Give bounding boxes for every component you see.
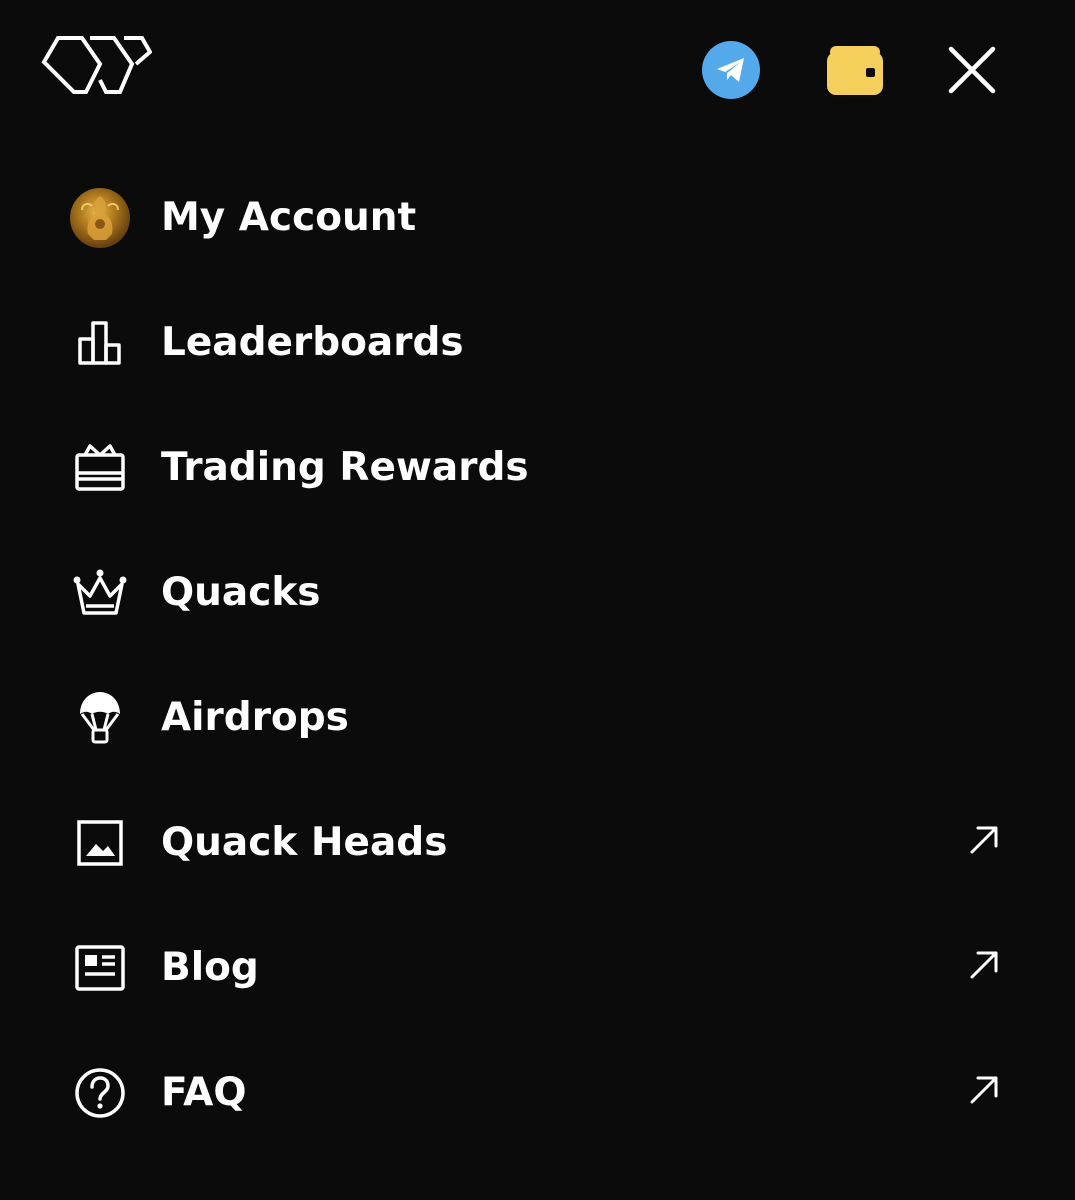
menu-item-quacks[interactable]: Quacks [0,530,1075,655]
menu-item-label: Leaderboards [161,320,464,365]
telegram-icon [717,58,744,82]
nav-menu: My Account Leaderboards Trading Rewards … [0,155,1075,1155]
menu-item-label: Blog [161,945,259,990]
telegram-button[interactable] [702,41,760,99]
wp-logo[interactable] [40,34,153,96]
question-circle-icon [70,1063,130,1123]
bar-chart-icon [70,313,130,373]
avatar [70,188,130,248]
parachute-icon [70,688,130,748]
menu-item-faq[interactable]: FAQ [0,1030,1075,1155]
logo-icon [41,36,153,94]
menu-item-quack-heads[interactable]: Quack Heads [0,780,1075,905]
menu-item-my-account[interactable]: My Account [0,155,1075,280]
crown-icon [70,563,130,623]
gift-card-icon [70,438,130,498]
newspaper-icon [70,938,130,998]
wallet-button[interactable] [826,44,884,96]
close-button[interactable] [946,44,998,96]
menu-screen: My Account Leaderboards Trading Rewards … [0,0,1075,1200]
menu-item-blog[interactable]: Blog [0,905,1075,1030]
external-link-icon [970,1076,998,1104]
menu-item-label: FAQ [161,1070,247,1115]
image-icon [70,813,130,873]
external-link-icon [970,951,998,979]
menu-item-airdrops[interactable]: Airdrops [0,655,1075,780]
wallet-icon [827,46,883,95]
avatar-image [81,196,119,240]
menu-item-label: My Account [161,195,417,240]
external-link-icon [970,826,998,854]
menu-item-leaderboards[interactable]: Leaderboards [0,280,1075,405]
menu-item-label: Quacks [161,570,321,615]
menu-item-label: Airdrops [161,695,349,740]
menu-item-label: Trading Rewards [161,445,529,490]
close-icon [948,46,996,94]
menu-item-label: Quack Heads [161,820,448,865]
menu-item-trading-rewards[interactable]: Trading Rewards [0,405,1075,530]
